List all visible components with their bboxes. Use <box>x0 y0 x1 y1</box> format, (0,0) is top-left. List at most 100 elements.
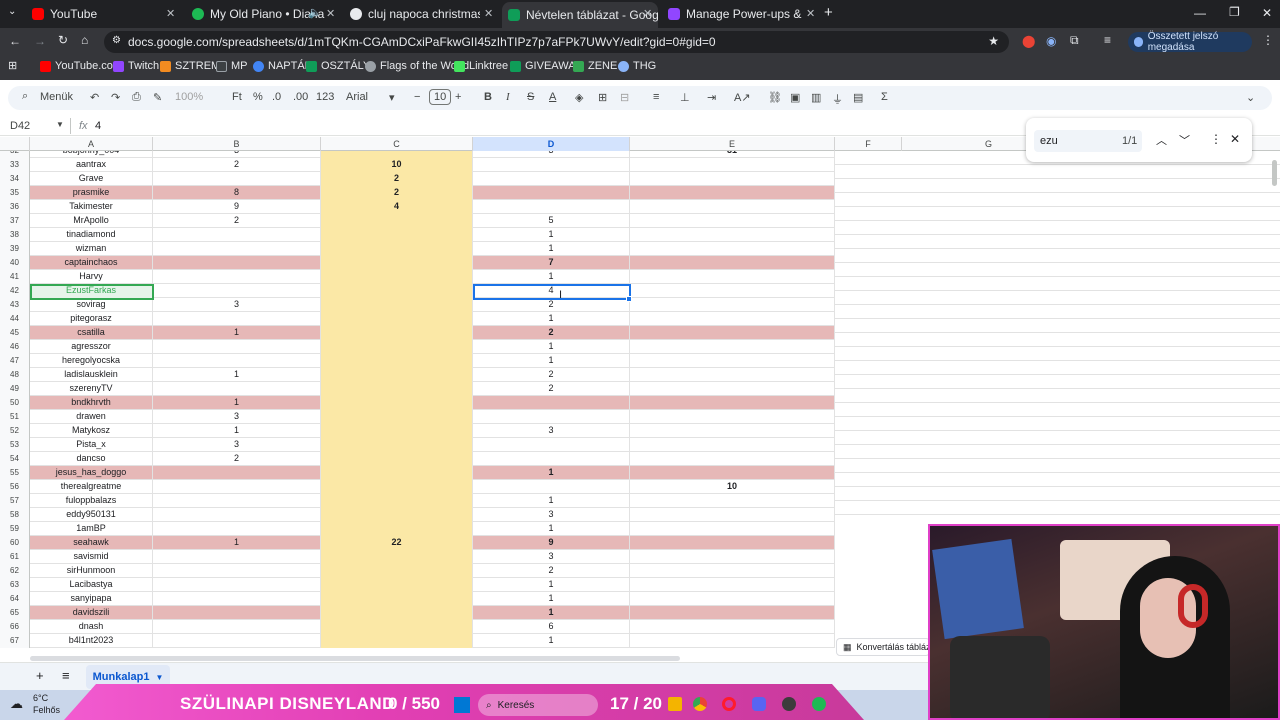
cell-name[interactable]: pitegorasz <box>30 312 153 326</box>
row-header[interactable]: 42 <box>0 284 30 298</box>
cell-b[interactable]: 3 <box>153 151 321 158</box>
cell-d[interactable]: 2 <box>473 564 630 578</box>
cell-b[interactable]: 8 <box>153 186 321 200</box>
cell-d[interactable]: 3 <box>473 550 630 564</box>
cell-e[interactable] <box>630 200 835 214</box>
cell-c[interactable] <box>321 284 473 298</box>
star-icon[interactable]: ★ <box>988 34 999 48</box>
cell-b[interactable] <box>153 550 321 564</box>
zoom-select[interactable]: 100% <box>175 91 203 103</box>
cell-d[interactable]: 1 <box>473 270 630 284</box>
menu-search-button[interactable]: Menük <box>40 91 73 103</box>
windows-start-icon[interactable] <box>454 697 470 713</box>
bookmark-mp[interactable]: MP <box>216 60 248 72</box>
cell-d[interactable] <box>473 200 630 214</box>
extensions-puzzle-icon[interactable]: ⧉ <box>1070 33 1079 48</box>
cell-d[interactable]: 1 <box>473 312 630 326</box>
cell-d[interactable] <box>473 186 630 200</box>
taskbar-search[interactable]: ⌕ Keresés <box>478 694 598 716</box>
cell-c[interactable] <box>321 564 473 578</box>
cell-d[interactable] <box>473 438 630 452</box>
borders-icon[interactable]: ⊞ <box>598 91 607 104</box>
cell-c[interactable] <box>321 340 473 354</box>
cell-d[interactable]: 1 <box>473 466 630 480</box>
align-horizontal-icon[interactable]: ≡ <box>653 91 659 103</box>
cell-d[interactable]: 3 <box>473 151 630 158</box>
cell-d[interactable]: 1 <box>473 228 630 242</box>
cell-name[interactable]: Takimester <box>30 200 153 214</box>
font-size-input[interactable]: 10 <box>429 89 452 105</box>
cell-c[interactable] <box>321 151 473 158</box>
cell-e[interactable] <box>630 578 835 592</box>
cell-c[interactable]: 22 <box>321 536 473 550</box>
cell-e[interactable] <box>630 606 835 620</box>
cell-c[interactable] <box>321 620 473 634</box>
cell-name[interactable]: bndkhrvth <box>30 396 153 410</box>
cell-e[interactable] <box>630 396 835 410</box>
column-header-d[interactable]: D <box>473 137 630 151</box>
cell-name[interactable]: MrApollo <box>30 214 153 228</box>
cell-c[interactable] <box>321 592 473 606</box>
cell-name[interactable]: bobjohny_004 <box>30 151 153 158</box>
filter-icon[interactable]: ⏚ <box>832 91 843 107</box>
cell-name[interactable]: fuloppbalazs <box>30 494 153 508</box>
row-header[interactable]: 64 <box>0 592 30 606</box>
cell-b[interactable]: 1 <box>153 326 321 340</box>
cell-d[interactable]: 2 <box>473 326 630 340</box>
cell-c[interactable] <box>321 242 473 256</box>
cell-e[interactable] <box>630 298 835 312</box>
minimize-button[interactable]: — <box>1194 6 1206 20</box>
functions-icon[interactable]: Σ <box>881 91 888 103</box>
cell-e[interactable] <box>630 564 835 578</box>
tab-spotify[interactable]: My Old Piano • Diana Ross <box>186 4 326 24</box>
cell-b[interactable] <box>153 480 321 494</box>
row-header[interactable]: 44 <box>0 312 30 326</box>
cell-name[interactable]: csatilla <box>30 326 153 340</box>
cell-c[interactable] <box>321 354 473 368</box>
cell-e[interactable] <box>630 592 835 606</box>
cell-d[interactable] <box>473 480 630 494</box>
cell-e[interactable] <box>630 424 835 438</box>
row-header[interactable]: 65 <box>0 606 30 620</box>
cell-b[interactable]: 1 <box>153 424 321 438</box>
cell-d[interactable] <box>473 410 630 424</box>
cell-d[interactable]: 3 <box>473 508 630 522</box>
cell-b[interactable] <box>153 466 321 480</box>
vertical-scrollbar[interactable] <box>1272 160 1277 186</box>
row-header[interactable]: 59 <box>0 522 30 536</box>
cell-c[interactable] <box>321 606 473 620</box>
row-header[interactable]: 52 <box>0 424 30 438</box>
cell-e[interactable] <box>630 634 835 648</box>
cell-e[interactable] <box>630 452 835 466</box>
cell-d[interactable] <box>473 172 630 186</box>
column-header-a[interactable]: A <box>30 137 153 151</box>
cell-name[interactable]: heregolyocska <box>30 354 153 368</box>
cell-e[interactable] <box>630 340 835 354</box>
row-header[interactable]: 53 <box>0 438 30 452</box>
row-header[interactable]: 55 <box>0 466 30 480</box>
cell-c[interactable] <box>321 424 473 438</box>
font-select[interactable]: Arial <box>346 91 368 103</box>
text-color-button[interactable]: A <box>549 91 556 103</box>
row-header[interactable]: 51 <box>0 410 30 424</box>
menu-icon[interactable]: ⋮ <box>1262 33 1274 47</box>
row-header[interactable]: 61 <box>0 550 30 564</box>
filter-views-icon[interactable]: ▤ <box>853 91 863 104</box>
cell-name[interactable]: szerenyTV <box>30 382 153 396</box>
chevron-down-icon[interactable]: ﹀ <box>1179 132 1190 148</box>
convert-to-table-chip[interactable]: ▦ Konvertálás tábláz <box>836 638 930 656</box>
cell-c[interactable] <box>321 228 473 242</box>
row-header[interactable]: 43 <box>0 298 30 312</box>
spotify-icon[interactable] <box>812 697 826 711</box>
cell-c[interactable] <box>321 410 473 424</box>
close-icon[interactable]: ✕ <box>643 7 652 20</box>
close-icon[interactable]: ✕ <box>484 7 493 20</box>
bookmark-naptar[interactable]: NAPTÁR <box>253 60 313 72</box>
cell-e[interactable] <box>630 270 835 284</box>
name-box[interactable]: D42 <box>10 120 30 132</box>
cell-b[interactable]: 2 <box>153 214 321 228</box>
redo-icon[interactable]: ↷ <box>111 91 120 104</box>
cell-name[interactable]: 1amBP <box>30 522 153 536</box>
cell-name[interactable]: prasmike <box>30 186 153 200</box>
row-header[interactable]: 50 <box>0 396 30 410</box>
